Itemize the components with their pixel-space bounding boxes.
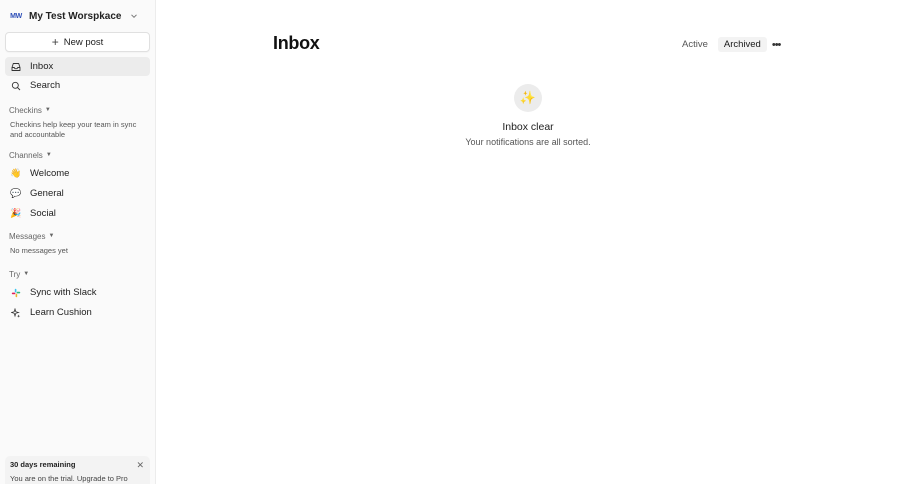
inbox-icon [10, 61, 22, 73]
section-label: Messages [9, 231, 46, 241]
section-label: Try [9, 269, 21, 279]
sidebar: MW My Test Worspkace + New post Inbox Se… [0, 0, 156, 484]
sidebar-item-label: Welcome [30, 168, 70, 179]
sparkles-icon: ✨ [514, 84, 542, 112]
close-icon[interactable]: ✕ [136, 460, 144, 471]
empty-subtitle: Your notifications are all sorted. [465, 137, 591, 147]
try-section-header[interactable]: Try ▼ [0, 268, 155, 280]
tab-archived[interactable]: Archived [717, 37, 767, 52]
new-post-label: New post [63, 36, 104, 48]
page-title: Inbox [273, 33, 320, 53]
sparkles-glyph: ✨ [519, 90, 537, 105]
sidebar-item-learn-cushion[interactable]: Learn Cushion [5, 303, 150, 322]
new-post-button[interactable]: + New post [5, 32, 150, 52]
main-content: Inbox Active Archived ••• ✨ Inbox clear … [156, 0, 900, 484]
more-options-icon[interactable]: ••• [772, 39, 782, 51]
sidebar-item-label: General [30, 188, 64, 199]
caret-down-icon: ▼ [48, 233, 55, 239]
sidebar-item-label: Search [30, 80, 61, 91]
inbox-tabs: Active Archived ••• [676, 37, 782, 52]
sidebar-item-welcome[interactable]: 👋 Welcome [5, 164, 150, 183]
section-label: Channels [9, 150, 43, 160]
sidebar-item-inbox[interactable]: Inbox [5, 57, 150, 76]
trial-title: 30 days remaining [10, 460, 76, 469]
workspace-name: My Test Worspkace [29, 10, 122, 22]
sidebar-item-label: Inbox [30, 61, 54, 72]
workspace-avatar: MW [10, 12, 22, 20]
checkins-section-header[interactable]: Checkins ▼ [0, 104, 155, 116]
checkins-hint: Checkins help keep your team in sync and… [10, 120, 137, 139]
empty-state: ✨ Inbox clear Your notifications are all… [446, 84, 610, 147]
channels-section-header[interactable]: Channels ▼ [0, 149, 155, 161]
sidebar-item-label: Sync with Slack [30, 287, 97, 298]
caret-down-icon: ▼ [45, 152, 52, 158]
sidebar-item-social[interactable]: 🎉 Social [5, 204, 150, 223]
app-window: MW My Test Worspkace + New post Inbox Se… [0, 0, 900, 484]
sidebar-item-general[interactable]: 💬 General [5, 184, 150, 203]
workspace-switcher[interactable]: MW My Test Worspkace [0, 0, 155, 32]
party-popper-icon: 🎉 [10, 208, 22, 218]
tab-active[interactable]: Active [676, 37, 714, 52]
sparkle-icon [10, 307, 22, 319]
sidebar-item-search[interactable]: Search [5, 76, 150, 95]
messages-empty: No messages yet [10, 246, 68, 255]
caret-down-icon: ▼ [44, 107, 51, 113]
sidebar-item-label: Learn Cushion [30, 307, 92, 318]
trial-body[interactable]: You are on the trial. Upgrade to Pro [10, 474, 145, 483]
sidebar-item-label: Social [30, 208, 56, 219]
waving-hand-icon: 👋 [10, 168, 22, 178]
empty-title: Inbox clear [502, 121, 554, 133]
caret-down-icon: ▼ [23, 271, 30, 277]
chevron-down-icon [131, 14, 138, 19]
sidebar-item-sync-slack[interactable]: Sync with Slack [5, 283, 150, 302]
plus-icon: + [51, 35, 59, 49]
slack-icon [10, 287, 22, 299]
trial-banner: 30 days remaining ✕ You are on the trial… [5, 456, 150, 484]
search-icon [10, 80, 22, 92]
speech-bubble-icon: 💬 [10, 188, 22, 198]
messages-section-header[interactable]: Messages ▼ [0, 230, 155, 242]
section-label: Checkins [9, 105, 42, 115]
